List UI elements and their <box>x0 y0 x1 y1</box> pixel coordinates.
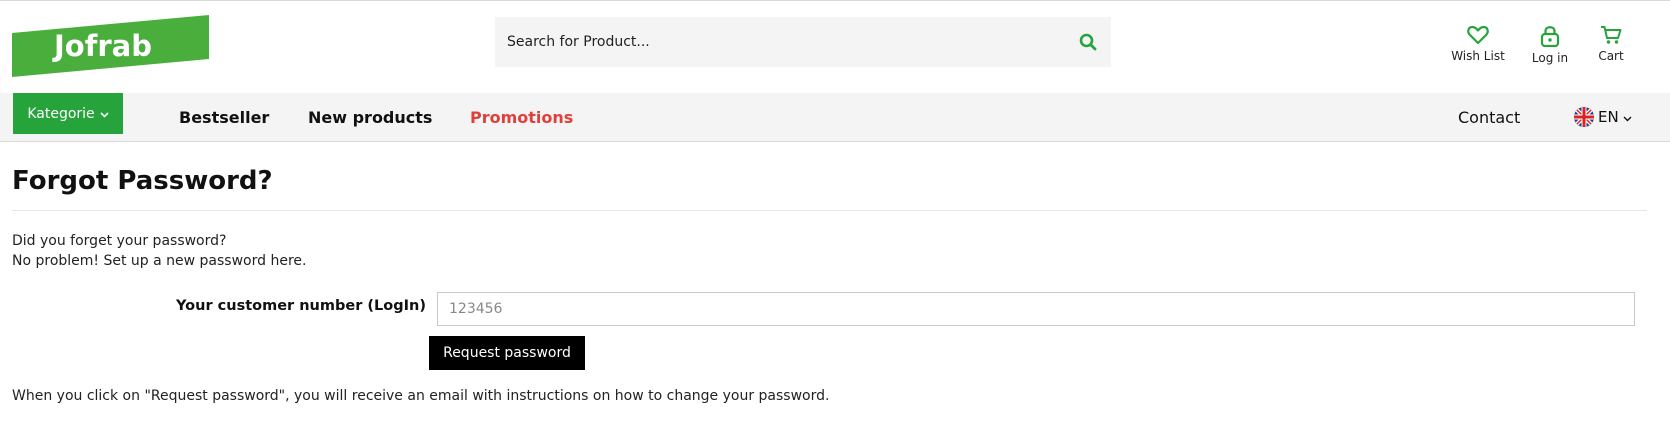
uk-flag-icon <box>1574 107 1594 127</box>
customer-number-label: Your customer number (LogIn) <box>176 298 426 314</box>
logo-text: Jofrab <box>52 29 152 63</box>
info-note: When you click on "Request password", yo… <box>12 388 830 404</box>
intro-text-line-1: Did you forget your password? <box>12 233 227 249</box>
login-link[interactable]: Log in <box>1528 25 1572 65</box>
lock-icon <box>1528 25 1572 47</box>
nav-link-contact[interactable]: Contact <box>1458 93 1520 142</box>
site-logo[interactable]: Jofrab <box>12 15 210 77</box>
wish-list-label: Wish List <box>1451 49 1505 63</box>
intro-text-line-2: No problem! Set up a new password here. <box>12 253 307 269</box>
login-label: Log in <box>1531 51 1569 65</box>
category-menu-button[interactable]: Kategorie <box>13 93 123 134</box>
divider <box>12 210 1647 211</box>
chevron-down-icon <box>1623 108 1632 126</box>
search-input[interactable] <box>507 17 1047 67</box>
search-icon[interactable] <box>1075 29 1101 55</box>
wish-list-link[interactable]: Wish List <box>1448 25 1508 63</box>
cart-icon <box>1592 25 1630 45</box>
cart-link[interactable]: Cart <box>1592 25 1630 63</box>
main-nav: Kategorie Bestseller New products Promot… <box>0 93 1670 142</box>
nav-link-bestseller[interactable]: Bestseller <box>179 93 269 142</box>
heart-icon <box>1448 25 1508 45</box>
language-code: EN <box>1598 108 1619 126</box>
customer-number-input[interactable] <box>437 292 1635 326</box>
nav-link-promotions[interactable]: Promotions <box>470 93 573 142</box>
site-header: Jofrab Wish List Log in Cart <box>0 1 1670 93</box>
nav-link-new-products[interactable]: New products <box>308 93 432 142</box>
page-title: Forgot Password? <box>12 166 273 196</box>
cart-label: Cart <box>1598 49 1624 63</box>
search-bar <box>495 17 1111 67</box>
language-selector[interactable]: EN <box>1574 107 1632 127</box>
request-password-button[interactable]: Request password <box>429 336 585 370</box>
chevron-down-icon <box>100 106 109 122</box>
category-menu-label: Kategorie <box>27 105 95 122</box>
